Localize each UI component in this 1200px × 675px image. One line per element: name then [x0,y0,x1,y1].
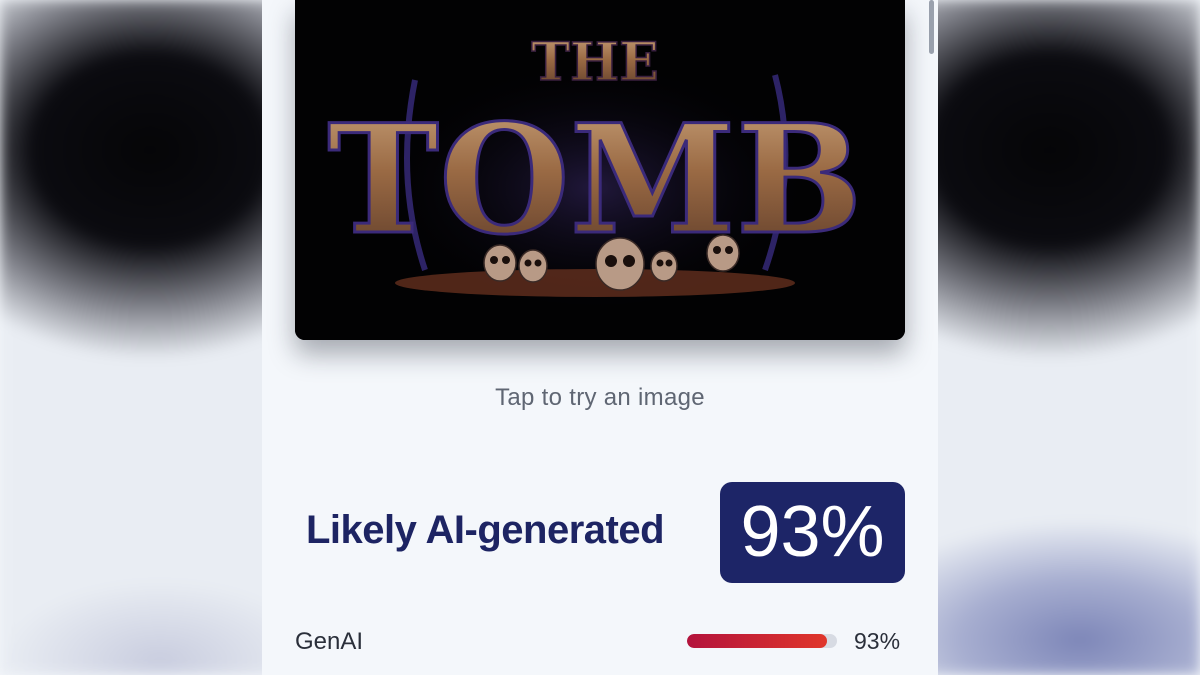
artwork-title-small: THE [531,32,658,93]
sample-image[interactable]: THE TOMB [295,0,905,340]
try-image-hint[interactable]: Tap to try an image [262,384,938,412]
tomb-artwork: THE TOMB [295,0,905,340]
artwork-title-large: TOMB [327,92,862,268]
genai-progress-fill [687,634,827,648]
verdict-label: Likely AI-generated [306,508,665,552]
genai-progress-bar [687,634,837,648]
category-value-genai: 93% [854,628,901,654]
app-screen: THE TOMB Tap to try an image Likely AI-g… [262,0,938,675]
category-label-genai: GenAI [295,628,364,655]
score-badge: 93% [720,482,905,583]
scrollbar[interactable] [929,0,934,54]
